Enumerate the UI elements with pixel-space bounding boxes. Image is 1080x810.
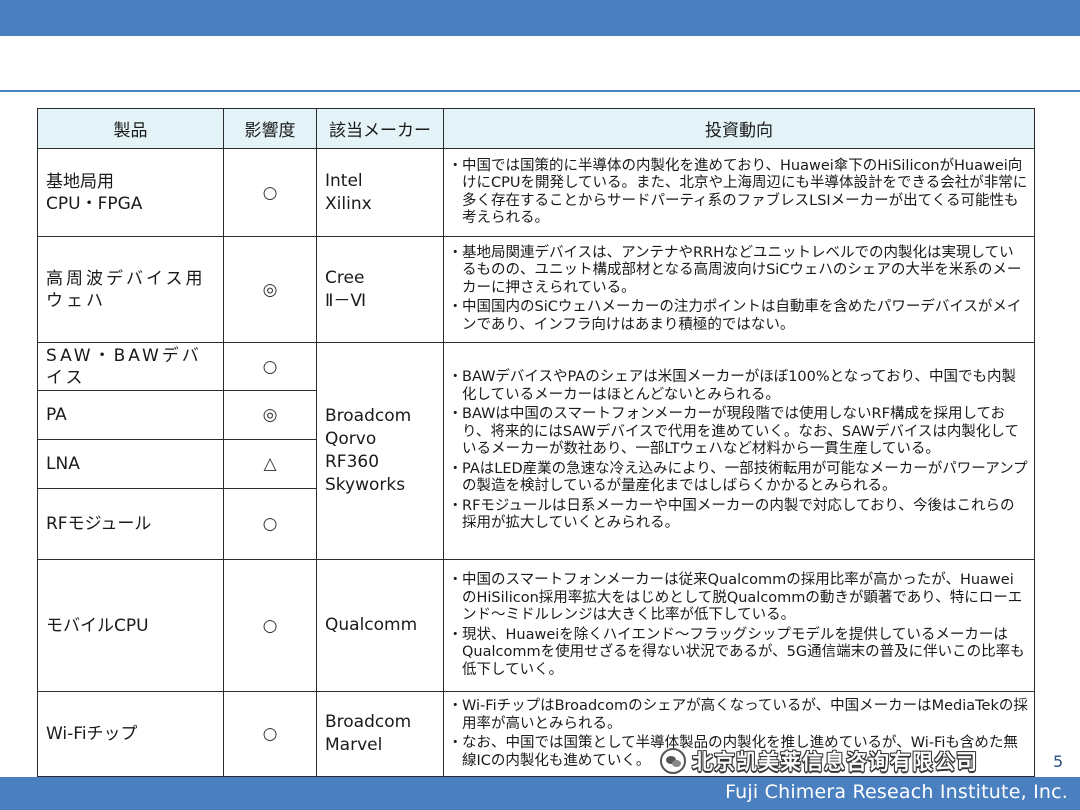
maker-cell: Broadcom Marvel <box>316 691 444 777</box>
watermark-text: 北京凯美莱信息咨询有限公司 <box>692 750 978 774</box>
product-cell: Wi-Fiチップ <box>37 691 224 777</box>
maker-name: Broadcom <box>325 712 412 732</box>
page-number: 5 <box>1053 752 1064 771</box>
product-line: 高周波デバイス用 <box>46 268 206 289</box>
maker-cell: Cree Ⅱ－Ⅵ <box>316 236 444 343</box>
maker-name: Skyworks <box>325 475 406 495</box>
footer-company: Fuji Chimera Reseach Institute, Inc. <box>725 781 1068 803</box>
investment-cell: 中国のスマートフォンメーカーは従来Qualcommの採用比率が高かったが、Hua… <box>443 559 1035 692</box>
maker-name: Cree <box>325 267 365 288</box>
investment-bullet: PAはLED産業の急速な冷え込みにより、一部技術転用が可能なメーカーがパワーアン… <box>448 461 1028 496</box>
impact-cell: △ <box>223 439 317 489</box>
header-impact: 影響度 <box>223 108 317 149</box>
maker-name: Xilinx <box>325 193 372 214</box>
product-line: 基地局用 <box>46 171 114 192</box>
product-line: CPU・FPGA <box>46 193 143 214</box>
product-cell: 高周波デバイス用 ウェハ <box>37 236 224 343</box>
impact-cell: ○ <box>223 559 317 692</box>
investment-bullet: 中国のスマートフォンメーカーは従来Qualcommの採用比率が高かったが、Hua… <box>448 572 1028 625</box>
table-row: SAW・BAWデバイス ○ Broadcom Qorvo RF360 Skywo… <box>37 342 1035 560</box>
product-line: ウェハ <box>46 290 106 311</box>
footer-bar: Fuji Chimera Reseach Institute, Inc. <box>0 777 1080 810</box>
investment-bullet: BAWは中国のスマートフォンメーカーが現段階では使用しないRF構成を採用しており… <box>448 406 1028 459</box>
investment-cell: 中国では国策的に半導体の内製化を進めており、Huawei傘下のHiSilicon… <box>443 148 1035 237</box>
investment-cell: BAWデバイスやPAのシェアは米国メーカーがほぼ100%となっており、中国でも内… <box>443 342 1035 560</box>
maker-name: RF360 <box>325 452 380 472</box>
maker-name: Qorvo <box>325 429 377 449</box>
header-bar <box>0 0 1080 36</box>
product-cell: SAW・BAWデバイス <box>37 342 224 391</box>
header-divider <box>0 90 1080 92</box>
impact-cell: ○ <box>223 691 317 777</box>
investment-bullet: 基地局関連デバイスは、アンテナやRRHなどユニットレベルでの内製化は実現している… <box>448 245 1028 298</box>
product-cell: RFモジュール <box>37 488 224 560</box>
maker-cell: Intel Xilinx <box>316 148 444 237</box>
maker-name: Intel <box>325 170 363 191</box>
impact-cell: ○ <box>223 148 317 237</box>
table-header-row: 製品 影響度 該当メーカー 投資動向 <box>37 108 1035 149</box>
impact-cell: ○ <box>223 342 317 391</box>
investment-table: 製品 影響度 該当メーカー 投資動向 基地局用 CPU・FPGA ○ Intel… <box>37 108 1035 777</box>
maker-name: Ⅱ－Ⅵ <box>325 290 367 311</box>
impact-cell: ○ <box>223 488 317 560</box>
product-cell: 基地局用 CPU・FPGA <box>37 148 224 237</box>
maker-cell: Qualcomm <box>316 559 444 692</box>
product-cell: PA <box>37 390 224 440</box>
impact-cell: ◎ <box>223 390 317 440</box>
maker-name: Qualcomm <box>325 615 418 635</box>
investment-bullet: 中国では国策的に半導体の内製化を進めており、Huawei傘下のHiSilicon… <box>448 158 1028 228</box>
investment-bullet: BAWデバイスやPAのシェアは米国メーカーがほぼ100%となっており、中国でも内… <box>448 369 1028 404</box>
watermark: 北京凯美莱信息咨询有限公司 <box>660 746 978 776</box>
investment-bullet: Wi-FiチップはBroadcomのシェアが高くなっているが、中国メーカーはMe… <box>448 698 1028 733</box>
maker-name: Broadcom <box>325 406 412 426</box>
header-maker: 該当メーカー <box>316 108 444 149</box>
table-row: 基地局用 CPU・FPGA ○ Intel Xilinx 中国では国策的に半導体… <box>37 148 1035 237</box>
maker-cell: Broadcom Qorvo RF360 Skyworks <box>316 342 444 560</box>
investment-bullet: 現状、Huaweiを除くハイエンド～フラッグシップモデルを提供しているメーカーは… <box>448 627 1028 680</box>
header-investment: 投資動向 <box>443 108 1035 149</box>
table-row: モバイルCPU ○ Qualcomm 中国のスマートフォンメーカーは従来Qual… <box>37 559 1035 692</box>
product-cell: LNA <box>37 439 224 489</box>
wechat-icon <box>660 748 686 774</box>
product-cell: モバイルCPU <box>37 559 224 692</box>
impact-cell: ◎ <box>223 236 317 343</box>
investment-bullet: 中国国内のSiCウェハメーカーの注力ポイントは自動車を含めたパワーデバイスがメイ… <box>448 299 1028 334</box>
table-row: 高周波デバイス用 ウェハ ◎ Cree Ⅱ－Ⅵ 基地局関連デバイスは、アンテナや… <box>37 236 1035 343</box>
maker-name: Marvel <box>325 735 383 755</box>
investment-bullet: RFモジュールは日系メーカーや中国メーカーの内製で対応しており、今後はこれらの採… <box>448 498 1028 533</box>
header-product: 製品 <box>37 108 224 149</box>
investment-cell: 基地局関連デバイスは、アンテナやRRHなどユニットレベルでの内製化は実現している… <box>443 236 1035 343</box>
